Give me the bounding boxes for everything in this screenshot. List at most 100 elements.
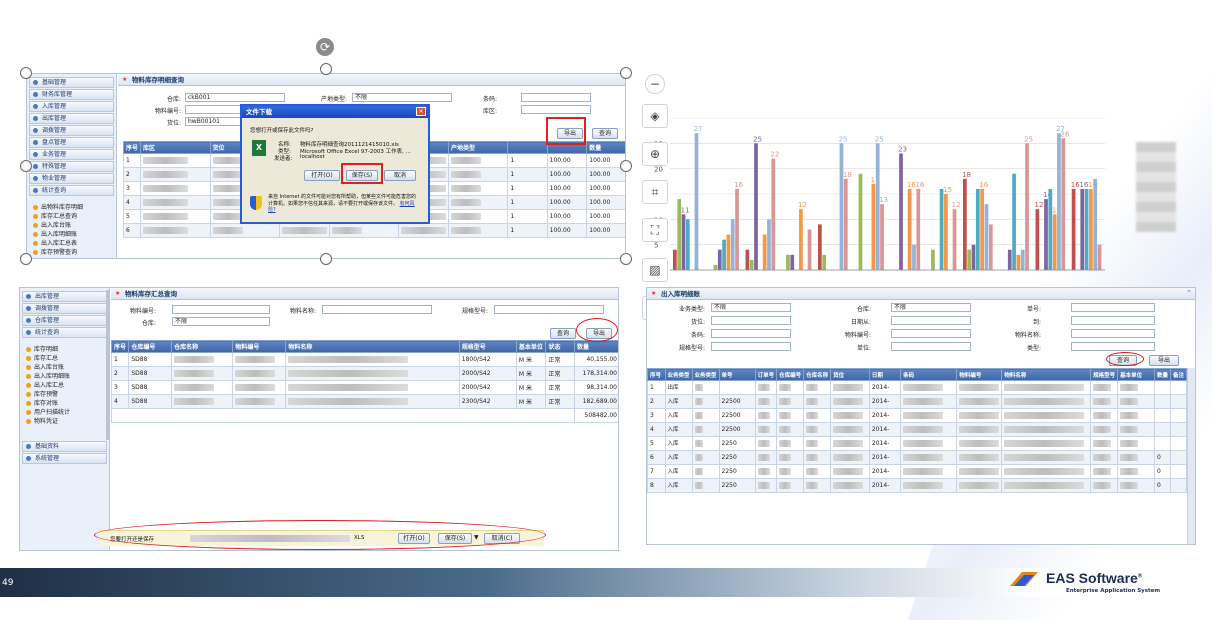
- table-row[interactable]: 4 入库 22500 2014-: [647, 422, 1188, 437]
- column-header[interactable]: 仓库编号: [128, 340, 173, 353]
- sidebar-subitem[interactable]: 库存汇总: [20, 354, 109, 363]
- sidebar-subitem[interactable]: 库存对账: [20, 399, 109, 408]
- column-header[interactable]: 物料编号: [956, 368, 1003, 381]
- column-header[interactable]: 物料名称: [1001, 368, 1092, 381]
- table-row[interactable]: 2 SD88 2000/S42 M 米正常 178,314.00: [110, 366, 618, 381]
- column-header[interactable]: 备注: [1169, 368, 1188, 381]
- column-header[interactable]: 业务类型: [664, 368, 693, 381]
- sidebar-subitem[interactable]: 出入库明细账: [27, 230, 116, 239]
- sidebar-item[interactable]: 系统管理: [22, 453, 107, 464]
- sidebar-scrollbar[interactable]: [106, 290, 110, 440]
- resize-handle[interactable]: [620, 253, 632, 265]
- table-row[interactable]: 7 入库 2250 2014- 0: [647, 464, 1188, 479]
- zoom-out-icon[interactable]: −: [645, 74, 665, 94]
- table-row[interactable]: 1 SD88 1800/S42 M 米正常 40,155.00: [110, 352, 618, 367]
- sidebar-subitem[interactable]: 出入库明细账: [20, 372, 109, 381]
- column-header[interactable]: 数量: [1153, 368, 1171, 381]
- table-row[interactable]: 3 入库 22500 2014-: [647, 408, 1188, 423]
- date-from-input[interactable]: [891, 316, 971, 325]
- sidebar-subitem[interactable]: 库存汇总查询: [27, 212, 116, 221]
- close-icon[interactable]: ✕: [416, 107, 426, 116]
- table-row[interactable]: 1 出库 2014-: [647, 380, 1188, 395]
- material-no-input[interactable]: [891, 329, 971, 338]
- resize-handle[interactable]: [620, 160, 632, 172]
- sidebar-subitem[interactable]: 物料凭证: [20, 417, 109, 426]
- warehouse-select[interactable]: 不限: [172, 317, 270, 326]
- material-name-input[interactable]: [322, 305, 432, 314]
- type-select[interactable]: 不限: [711, 303, 791, 312]
- sidebar-item[interactable]: 基础管理: [29, 77, 114, 88]
- sidebar-subitem[interactable]: 出物料库存明细: [27, 203, 116, 212]
- sidebar-item[interactable]: 盘点管理: [29, 137, 114, 148]
- spec-input[interactable]: [494, 305, 604, 314]
- column-header[interactable]: 基本单位: [1117, 368, 1155, 381]
- date-to-input[interactable]: [1071, 316, 1155, 325]
- column-header[interactable]: 日期: [868, 368, 902, 381]
- table-row[interactable]: 4 SD88 2300/S42 M 米正常 182,689.00: [110, 394, 618, 409]
- collapse-icon[interactable]: ⌃: [1186, 289, 1192, 297]
- column-header[interactable]: 订单号: [754, 368, 778, 381]
- resize-handle[interactable]: [20, 253, 32, 265]
- column-header[interactable]: 规格型号: [1090, 368, 1119, 381]
- sidebar-item[interactable]: 物业管理: [29, 173, 114, 184]
- column-header[interactable]: 序号: [122, 141, 142, 154]
- sidebar-item[interactable]: 入库管理: [29, 101, 114, 112]
- sidebar-item[interactable]: 特殊管理: [29, 161, 114, 172]
- warehouse-select[interactable]: ckB001: [185, 93, 285, 102]
- column-header[interactable]: 数量: [586, 141, 625, 154]
- query-button[interactable]: 查询: [592, 128, 618, 139]
- sidebar-subitem[interactable]: 用户扫描统计: [20, 408, 109, 417]
- column-header[interactable]: 序号: [647, 368, 666, 381]
- material-no-input[interactable]: [172, 305, 270, 314]
- sidebar-item[interactable]: 出库管理: [29, 113, 114, 124]
- sidebar-item[interactable]: 统计查询: [22, 327, 107, 338]
- column-header[interactable]: 仓库名称: [171, 340, 234, 353]
- column-header[interactable]: 货位: [830, 368, 870, 381]
- column-header[interactable]: 数量: [574, 340, 618, 353]
- column-header[interactable]: 仓库编号: [776, 368, 805, 381]
- warehouse-select[interactable]: 不限: [891, 303, 971, 312]
- material-name-input[interactable]: [1071, 329, 1155, 338]
- sidebar-subitem[interactable]: 库存明细: [20, 345, 109, 354]
- location-input[interactable]: [711, 316, 791, 325]
- sidebar-item[interactable]: 出库管理: [22, 291, 107, 302]
- table-row[interactable]: 6 入库 2250 2014- 0: [647, 450, 1188, 465]
- frame-icon[interactable]: ⛶: [642, 218, 668, 242]
- barcode-input[interactable]: [521, 93, 591, 102]
- query-button[interactable]: 查询: [550, 328, 576, 339]
- column-header[interactable]: 序号: [110, 340, 130, 353]
- column-header[interactable]: 状态: [545, 340, 576, 353]
- resize-handle[interactable]: [620, 67, 632, 79]
- export-button[interactable]: 导出: [1149, 355, 1179, 366]
- sidebar-item[interactable]: 基础资料: [22, 441, 107, 452]
- table-scrollbar[interactable]: [1187, 368, 1195, 544]
- open-button[interactable]: 打开(O): [304, 170, 340, 181]
- column-header[interactable]: 产地类型: [448, 141, 509, 154]
- table-row[interactable]: 3 SD88 2000/S42 M 米正常 98,314.00: [110, 380, 618, 395]
- column-header[interactable]: 条码: [900, 368, 958, 381]
- column-header[interactable]: 仓库名称: [803, 368, 832, 381]
- crop-icon[interactable]: ⌗: [642, 180, 668, 204]
- column-header[interactable]: 规格型号: [458, 340, 517, 353]
- category-input[interactable]: [1071, 342, 1155, 351]
- sidebar-item[interactable]: 仓库管理: [22, 315, 107, 326]
- sidebar-subitem[interactable]: 库存预警查询: [27, 248, 116, 257]
- resize-handle[interactable]: [320, 253, 332, 265]
- sidebar-subitem[interactable]: 库存预警: [20, 390, 109, 399]
- sidebar-item[interactable]: 财务库管理: [29, 89, 114, 100]
- table-row[interactable]: 5 入库 2250 2014-: [647, 436, 1188, 451]
- barcode-input[interactable]: [711, 329, 791, 338]
- unit-input[interactable]: [891, 342, 971, 351]
- sidebar-subitem[interactable]: 出入库汇总表: [27, 239, 116, 248]
- resize-handle[interactable]: [320, 63, 332, 75]
- sidebar-item[interactable]: 业务管理: [29, 149, 114, 160]
- sidebar-item[interactable]: 调拨管理: [22, 303, 107, 314]
- sidebar-subitem[interactable]: 出入库台账: [20, 363, 109, 372]
- column-header[interactable]: 物料编号: [232, 340, 287, 353]
- layers-icon[interactable]: ◈: [642, 104, 668, 128]
- column-header[interactable]: 单号: [718, 368, 756, 381]
- resize-handle[interactable]: [20, 160, 32, 172]
- column-header[interactable]: 库区: [140, 141, 211, 154]
- resize-handle[interactable]: [20, 67, 32, 79]
- column-header[interactable]: 业务类型: [691, 368, 720, 381]
